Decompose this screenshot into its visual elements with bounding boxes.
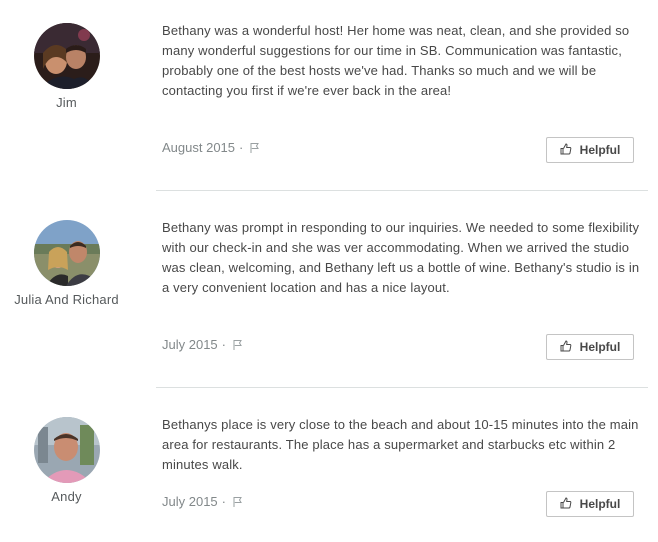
avatar-photo: [33, 417, 100, 483]
review-date: July 2015: [162, 337, 218, 352]
helpful-button[interactable]: Helpful: [546, 334, 634, 360]
review-text: Bethany was prompt in responding to our …: [162, 220, 640, 295]
reviewer-name[interactable]: Jim: [0, 95, 133, 110]
avatar[interactable]: [33, 417, 100, 483]
helpful-button[interactable]: Helpful: [546, 137, 634, 163]
review-divider: [156, 190, 648, 191]
review-text: Bethanys place is very close to the beac…: [162, 417, 639, 472]
reviewer-name[interactable]: Andy: [0, 489, 133, 504]
reviewer: Jim: [0, 23, 133, 110]
avatar-photo: [33, 23, 100, 89]
review-meta: July 2015 ·: [162, 494, 244, 509]
thumbs-up-icon: [560, 496, 572, 512]
meta-separator: ·: [239, 140, 244, 155]
review-meta: July 2015 ·: [162, 337, 244, 352]
review-date: July 2015: [162, 494, 218, 509]
reviewer: Andy: [0, 417, 133, 504]
meta-separator: ·: [221, 494, 226, 509]
meta-separator: ·: [221, 337, 226, 352]
helpful-label: Helpful: [579, 497, 621, 511]
review-divider: [156, 387, 648, 388]
helpful-label: Helpful: [579, 143, 621, 157]
helpful-button[interactable]: Helpful: [546, 491, 634, 517]
review-date: August 2015: [162, 140, 236, 155]
avatar-photo: [33, 220, 100, 286]
flag-icon[interactable]: [249, 142, 261, 154]
avatar[interactable]: [33, 23, 100, 89]
helpful-label: Helpful: [579, 340, 621, 354]
flag-icon[interactable]: [232, 339, 244, 351]
thumbs-up-icon: [560, 142, 572, 158]
reviewer: Julia And Richard: [0, 220, 133, 307]
flag-icon[interactable]: [232, 496, 244, 508]
review-text: Bethany was a wonderful host! Her home w…: [162, 23, 630, 98]
reviewer-name[interactable]: Julia And Richard: [0, 292, 133, 307]
thumbs-up-icon: [560, 339, 572, 355]
review-meta: August 2015 ·: [162, 140, 261, 155]
avatar[interactable]: [33, 220, 100, 286]
